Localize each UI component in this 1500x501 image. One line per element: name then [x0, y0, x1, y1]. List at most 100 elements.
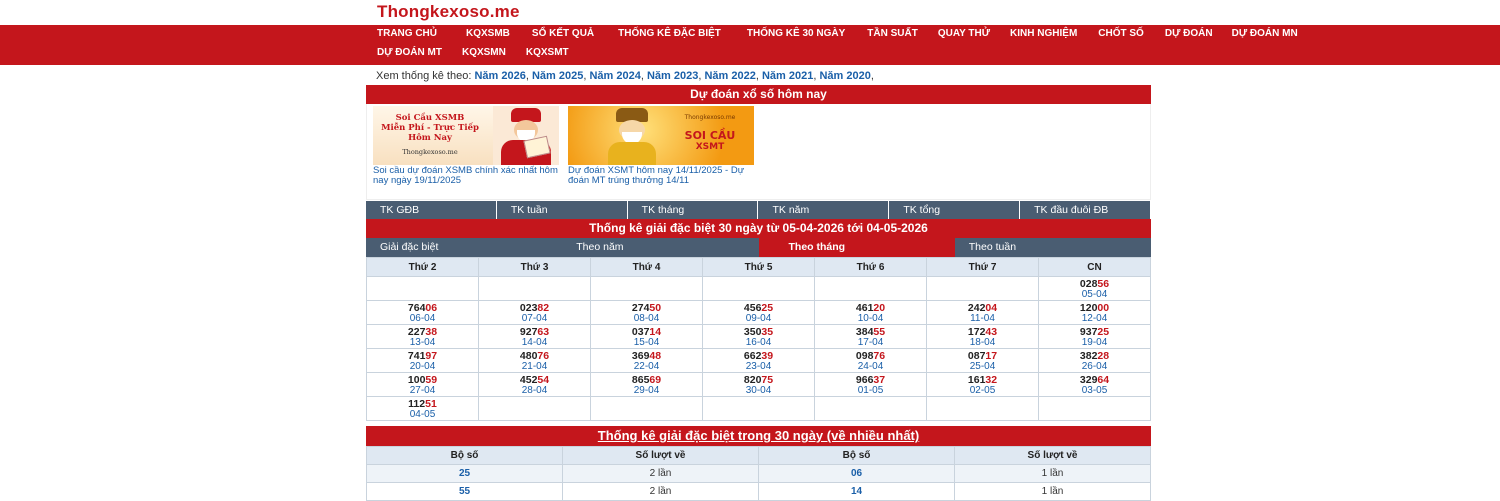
calendar-cell: 03714 15-04 — [590, 324, 703, 349]
view-tab-1[interactable]: Giải đặc biệt — [366, 238, 562, 257]
draw-date: 27-04 — [409, 385, 436, 396]
freq-header: Số lượt về — [562, 446, 759, 465]
draw-date: 06-04 — [409, 313, 436, 324]
draw-date: 20-04 — [409, 361, 436, 372]
site-logo[interactable]: Thongkexoso.me — [377, 2, 520, 22]
draw-date: 01-05 — [857, 385, 884, 396]
calendar-cell: 38455 17-04 — [814, 324, 927, 349]
calendar-cell — [926, 396, 1039, 421]
nav-item-7[interactable]: QUAY THỬ — [938, 28, 990, 39]
predict-section-title: Dự đoán xổ số hôm nay — [366, 85, 1151, 104]
weekday-header: Thứ 4 — [590, 257, 703, 277]
nav-item-5[interactable]: THỐNG KÊ 30 NGÀY — [747, 28, 845, 39]
view-tab-4[interactable]: Theo tuần — [955, 238, 1151, 257]
calendar-cell: 38228 26-04 — [1038, 348, 1151, 373]
year-link[interactable]: Năm 2022 — [704, 70, 755, 82]
special-section-title: Thống kê giải đặc biệt 30 ngày từ 05-04-… — [366, 219, 1151, 238]
year-link[interactable]: Năm 2024 — [589, 70, 640, 82]
view-tab-3[interactable]: Theo tháng — [758, 238, 955, 257]
calendar-cell: 02856 05-04 — [1038, 276, 1151, 301]
calendar-cell: 92763 14-04 — [478, 324, 591, 349]
draw-date: 25-04 — [969, 361, 996, 372]
draw-date: 13-04 — [409, 337, 436, 348]
nav-item-9[interactable]: CHỐT SỐ — [1098, 28, 1144, 39]
calendar-cell: 10059 27-04 — [366, 372, 479, 397]
god-of-wealth-figure-icon — [495, 108, 557, 165]
stat-tab-2[interactable]: TK tuần — [497, 201, 628, 219]
calendar-cell — [814, 276, 927, 301]
freq-header: Bộ số — [758, 446, 955, 465]
xsmt-thumbnail[interactable]: Thongkexoso.me SOI CẦU XSMT — [568, 106, 754, 165]
year-filter-label: Xem thống kê theo: — [376, 70, 472, 82]
weekday-header: CN — [1038, 257, 1151, 277]
frequent-numbers-table: Bộ số Số lượt về Bộ số Số lượt về 25 2 lần 06… — [366, 446, 1151, 501]
calendar-cell — [590, 276, 703, 301]
calendar-cell: 66239 23-04 — [702, 348, 815, 373]
stat-tab-4[interactable]: TK năm — [758, 201, 890, 219]
hit-count: 1 lần — [954, 464, 1151, 483]
calendar-cell — [478, 396, 591, 421]
weekday-header: Thứ 6 — [814, 257, 927, 277]
calendar-cell: 32964 03-05 — [1038, 372, 1151, 397]
predict-card-xsmt[interactable]: Thongkexoso.me SOI CẦU XSMT Dự đoán XSMT… — [568, 106, 754, 186]
number-pair: 14 — [758, 482, 955, 501]
draw-date: 17-04 — [857, 337, 884, 348]
year-link[interactable]: Năm 2026 — [474, 70, 525, 82]
draw-date: 05-04 — [1081, 289, 1108, 300]
stat-tab-5[interactable]: TK tổng — [889, 201, 1021, 219]
calendar-cell: 45625 09-04 — [702, 300, 815, 325]
stat-tab-1[interactable]: TK GĐB — [366, 201, 497, 219]
nav-item-6[interactable]: TẦN SUẤT — [867, 28, 918, 39]
table-row: 55 2 lần 14 1 lần — [366, 482, 1151, 501]
draw-date: 24-04 — [857, 361, 884, 372]
draw-date: 11-04 — [970, 313, 995, 324]
draw-date: 09-04 — [745, 313, 772, 324]
calendar-cell: 22738 13-04 — [366, 324, 479, 349]
stat-tab-6[interactable]: TK đầu đuôi ĐB — [1020, 201, 1151, 219]
predict-card-xsmb[interactable]: Soi Cầu XSMB Miễn Phí - Trực Tiếp Hôm Na… — [373, 106, 559, 186]
nav-item-2[interactable]: KQXSMB — [466, 28, 510, 39]
nav-row-1: TRANG CHỦ KQXSMB SỔ KẾT QUẢ THỐNG KÊ ĐẶC BI… — [377, 28, 1298, 39]
nav-item-4[interactable]: THỐNG KÊ ĐẶC BIỆT — [618, 28, 721, 39]
frequent-section-title[interactable]: Thống kê giải đặc biệt trong 30 ngày (về… — [366, 426, 1151, 446]
nav-item-10[interactable]: DỰ ĐOÁN — [1165, 28, 1213, 39]
predict-cards: Soi Cầu XSMB Miễn Phí - Trực Tiếp Hôm Na… — [366, 104, 1151, 200]
nav-item-row2-3[interactable]: KQXSMT — [526, 47, 569, 58]
calendar-week-row: 10059 27-04 45254 28-04 86569 29-04 82075 30-04… — [366, 372, 1151, 397]
xsmb-card-caption[interactable]: Soi cầu dự đoán XSMB chính xác nhất hôm … — [373, 166, 559, 186]
draw-date: 18-04 — [969, 337, 996, 348]
weekday-header: Thứ 5 — [702, 257, 815, 277]
year-link[interactable]: Năm 2021 — [762, 70, 813, 82]
nav-row-2: DỰ ĐOÁN MT KQXSMN KQXSMT — [377, 47, 569, 58]
draw-date: 22-04 — [633, 361, 660, 372]
number-pair: 55 — [366, 482, 563, 501]
nav-item-row2-2[interactable]: KQXSMN — [462, 47, 506, 58]
view-tabs: Giải đặc biệt Theo năm Theo tháng Theo tuần — [366, 238, 1151, 257]
year-link[interactable]: Năm 2023 — [647, 70, 698, 82]
year-link[interactable]: Năm 2025 — [532, 70, 583, 82]
nav-item-8[interactable]: KINH NGHIỆM — [1010, 28, 1077, 39]
calendar-cell — [926, 276, 1039, 301]
calendar-cell — [366, 276, 479, 301]
draw-date: 16-04 — [745, 337, 772, 348]
hit-count: 2 lần — [562, 464, 759, 483]
weekday-header: Thứ 7 — [926, 257, 1039, 277]
nav-item-row2-1[interactable]: DỰ ĐOÁN MT — [377, 47, 442, 58]
draw-date: 14-04 — [521, 337, 548, 348]
xsmb-thumbnail[interactable]: Soi Cầu XSMB Miễn Phí - Trực Tiếp Hôm Na… — [373, 106, 559, 165]
stat-tab-3[interactable]: TK tháng — [628, 201, 759, 219]
year-link[interactable]: Năm 2020 — [819, 70, 870, 82]
draw-date: 28-04 — [521, 385, 548, 396]
freq-header: Bộ số — [366, 446, 563, 465]
table-row: 25 2 lần 06 1 lần — [366, 464, 1151, 483]
nav-item-1[interactable]: TRANG CHỦ — [377, 28, 437, 39]
view-tab-2[interactable]: Theo năm — [562, 238, 758, 257]
draw-date: 03-05 — [1081, 385, 1108, 396]
xsmt-card-caption[interactable]: Dự đoán XSMT hôm nay 14/11/2025 - Dự đoá… — [568, 166, 754, 186]
calendar-cell: 02382 07-04 — [478, 300, 591, 325]
calendar-week-row: 22738 13-04 92763 14-04 03714 15-04 35035 16-04… — [366, 324, 1151, 349]
nav-item-11[interactable]: DỰ ĐOÁN MN — [1232, 28, 1298, 39]
draw-date: 15-04 — [633, 337, 660, 348]
nav-item-3[interactable]: SỔ KẾT QUẢ — [532, 28, 594, 39]
calendar-cell — [702, 276, 815, 301]
